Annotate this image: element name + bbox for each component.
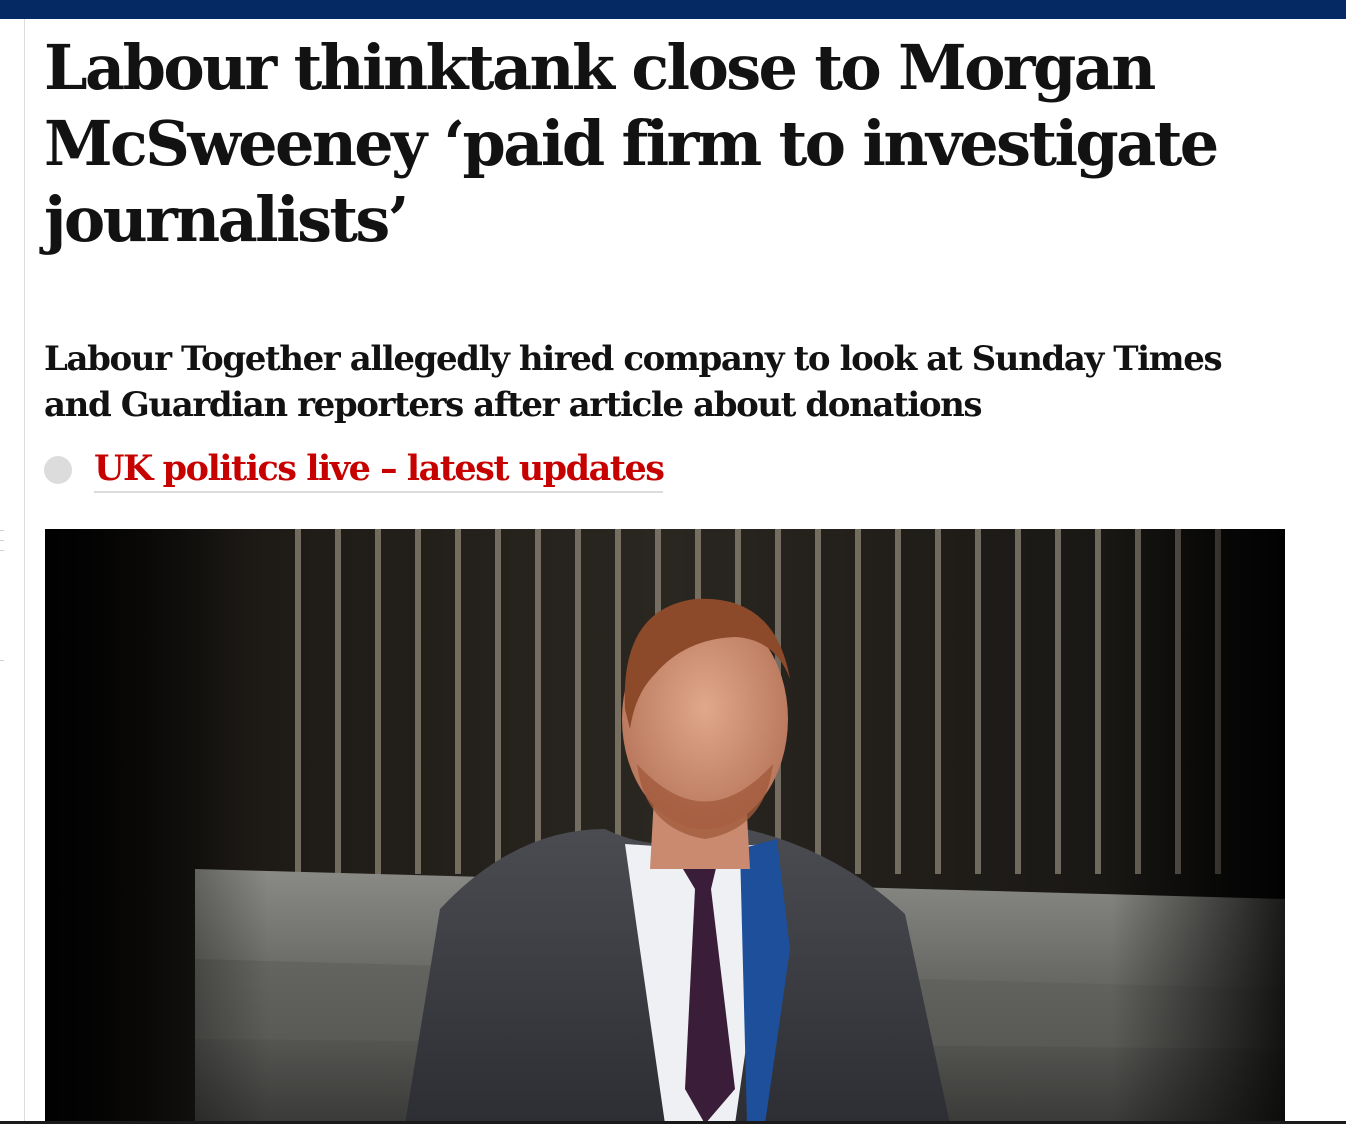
masthead-bar xyxy=(0,0,1346,19)
live-link-row: UK politics live – latest updates xyxy=(44,446,665,494)
live-updates-link[interactable]: UK politics live – latest updates xyxy=(94,447,665,493)
hero-photo-illustration xyxy=(45,529,1285,1124)
live-pulse-dot-icon xyxy=(44,456,72,484)
edge-marker xyxy=(0,530,4,531)
article-standfirst: Labour Together allegedly hired company … xyxy=(44,339,1223,425)
edge-marker xyxy=(0,540,4,541)
hero-photo xyxy=(45,529,1285,1124)
edge-marker xyxy=(0,660,4,661)
article-headline: Labour thinktank close to Morgan McSween… xyxy=(44,31,1219,256)
edge-marker xyxy=(0,550,4,551)
left-column-rule xyxy=(24,19,25,1124)
